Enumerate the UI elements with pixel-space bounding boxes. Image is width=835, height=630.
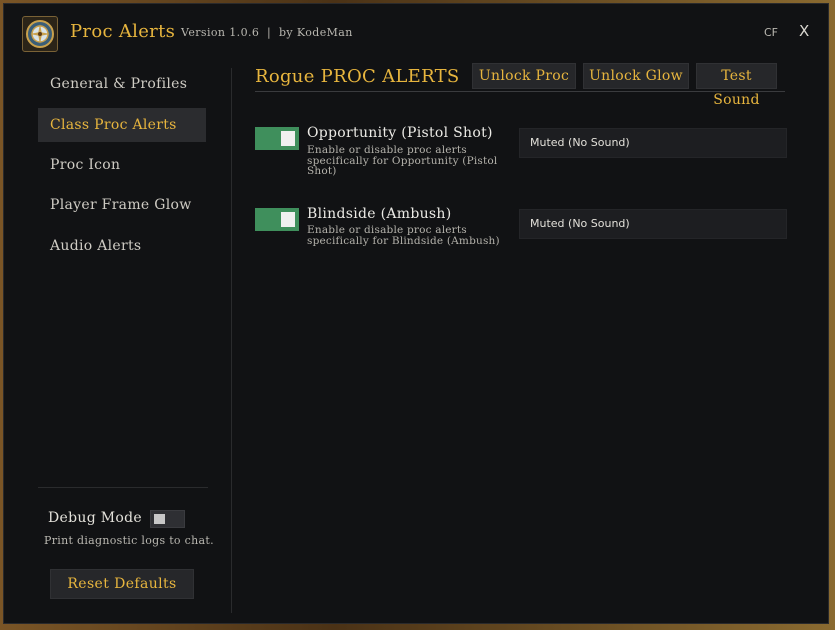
toggle-knob <box>281 131 295 146</box>
debug-mode-description: Print diagnostic logs to chat. <box>44 534 214 547</box>
sidebar-item-audio-alerts[interactable]: Audio Alerts <box>38 229 206 263</box>
reset-defaults-button[interactable]: Reset Defaults <box>50 569 194 599</box>
unlock-glow-button[interactable]: Unlock Glow <box>583 63 689 89</box>
sound-select-blindside[interactable]: Muted (No Sound) <box>519 209 787 239</box>
proc-name-blindside: Blindside (Ambush) <box>307 206 452 222</box>
window-header[interactable]: Proc Alerts Version 1.0.6 | by KodeMan C… <box>4 4 828 60</box>
toggle-knob <box>154 514 165 524</box>
debug-mode-toggle[interactable] <box>150 510 185 528</box>
sidebar-bottom-divider <box>38 487 208 488</box>
title-underline <box>255 91 785 92</box>
close-button[interactable]: X <box>799 22 809 40</box>
sound-select-opportunity[interactable]: Muted (No Sound) <box>519 128 787 158</box>
compass-emblem-icon <box>22 16 58 52</box>
sidebar-divider <box>231 68 232 613</box>
section-title: Rogue PROC ALERTS <box>255 66 460 87</box>
proc-alerts-window: Proc Alerts Version 1.0.6 | by KodeMan C… <box>3 3 829 624</box>
sidebar-item-class-proc-alerts[interactable]: Class Proc Alerts <box>38 108 206 142</box>
sidebar-item-proc-icon[interactable]: Proc Icon <box>38 148 206 182</box>
proc-name-opportunity: Opportunity (Pistol Shot) <box>307 125 493 141</box>
cf-label[interactable]: CF <box>764 26 778 39</box>
proc-toggle-blindside[interactable] <box>255 208 299 231</box>
sidebar-item-general-profiles[interactable]: General & Profiles <box>38 67 206 101</box>
test-sound-button[interactable]: Test Sound <box>696 63 777 108</box>
unlock-proc-button[interactable]: Unlock Proc <box>472 63 576 89</box>
proc-description-blindside: Enable or disable proc alerts specifical… <box>307 224 500 247</box>
version-label: Version 1.0.6 | by KodeMan <box>181 26 353 39</box>
proc-toggle-opportunity[interactable] <box>255 127 299 150</box>
debug-mode-label: Debug Mode <box>48 510 142 526</box>
toggle-knob <box>281 212 295 227</box>
app-title: Proc Alerts <box>70 21 176 42</box>
proc-description-opportunity: Enable or disable proc alerts specifical… <box>307 144 498 177</box>
sidebar-item-player-frame-glow[interactable]: Player Frame Glow <box>38 188 206 222</box>
